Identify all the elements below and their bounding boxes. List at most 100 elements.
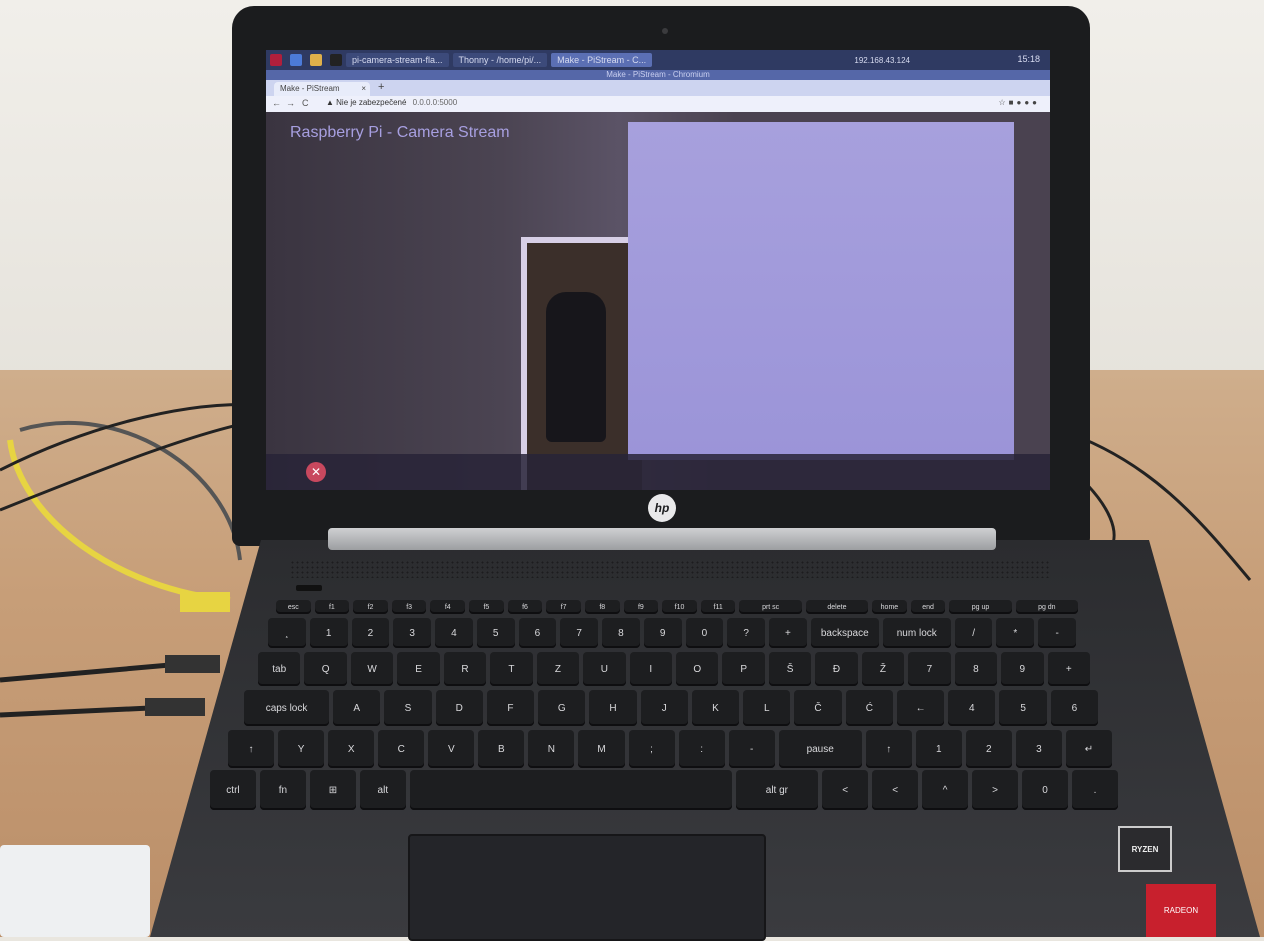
key[interactable]: I <box>629 652 672 686</box>
key[interactable]: D <box>435 690 483 726</box>
key[interactable]: home <box>872 600 907 614</box>
key[interactable]: 6 <box>518 618 557 648</box>
key[interactable]: P <box>722 652 765 686</box>
key[interactable]: ↑ <box>228 730 275 768</box>
touchpad[interactable] <box>408 834 766 941</box>
key[interactable]: R <box>443 652 487 686</box>
reload-button[interactable]: C <box>302 98 309 108</box>
spacebar[interactable] <box>409 770 732 810</box>
key[interactable]: Q <box>304 652 347 686</box>
power-button[interactable] <box>296 585 322 591</box>
key[interactable]: K <box>691 690 740 726</box>
key[interactable]: Ć <box>845 690 893 726</box>
key[interactable]: f5 <box>469 600 504 614</box>
key[interactable]: . <box>1072 770 1118 810</box>
key[interactable]: V <box>428 730 475 768</box>
key[interactable]: f3 <box>391 600 427 614</box>
key[interactable]: 2 <box>351 618 390 648</box>
key[interactable]: f6 <box>507 600 543 614</box>
key[interactable]: f9 <box>623 600 659 614</box>
key[interactable]: A <box>333 690 381 726</box>
key[interactable]: alt gr <box>735 770 819 810</box>
raspberry-menu-icon[interactable] <box>270 54 282 66</box>
key[interactable]: F <box>486 690 535 726</box>
key[interactable]: ? <box>727 618 766 648</box>
key[interactable]: 7 <box>560 618 599 648</box>
key[interactable]: T <box>490 652 533 686</box>
key[interactable]: 1 <box>309 618 348 648</box>
key[interactable]: delete <box>805 600 869 614</box>
key[interactable]: - <box>1038 618 1076 648</box>
key[interactable]: ← <box>896 690 945 726</box>
key[interactable]: Š <box>768 652 812 686</box>
key[interactable]: - <box>728 730 775 768</box>
key[interactable]: f2 <box>353 600 388 614</box>
key[interactable]: < <box>822 770 869 810</box>
new-tab-button[interactable]: + <box>378 81 384 93</box>
key[interactable]: 3 <box>1015 730 1062 768</box>
browser-icon[interactable] <box>290 54 302 66</box>
key[interactable]: f10 <box>662 600 697 614</box>
key[interactable]: 8 <box>602 618 640 648</box>
task-file-manager[interactable]: pi-camera-stream-fla... <box>346 53 449 67</box>
stop-button[interactable]: ✕ <box>306 462 326 482</box>
key[interactable]: f11 <box>700 600 736 614</box>
key[interactable]: ; <box>628 730 675 768</box>
key[interactable]: * <box>996 618 1035 648</box>
key[interactable]: alt <box>359 770 406 810</box>
key[interactable]: : <box>678 730 725 768</box>
key[interactable]: ↑ <box>865 730 912 768</box>
key[interactable]: f8 <box>584 600 620 614</box>
key[interactable]: + <box>1047 652 1090 686</box>
key[interactable]: ^ <box>922 770 969 810</box>
key[interactable]: / <box>954 618 993 648</box>
key[interactable]: 4 <box>948 690 996 726</box>
key[interactable]: 5 <box>999 690 1047 726</box>
extensions-icons[interactable]: ☆■●●● <box>999 98 1041 107</box>
key[interactable]: X <box>328 730 375 768</box>
folder-icon[interactable] <box>310 54 322 66</box>
key[interactable]: tab <box>258 652 301 686</box>
key[interactable]: 9 <box>1001 652 1044 686</box>
key[interactable]: B <box>478 730 525 768</box>
key[interactable]: M <box>578 730 625 768</box>
key[interactable]: 6 <box>1050 690 1098 726</box>
key[interactable]: ⊞ <box>309 770 356 810</box>
key[interactable]: backspace <box>810 618 879 648</box>
key[interactable]: end <box>910 600 946 614</box>
key[interactable]: 8 <box>954 652 998 686</box>
key[interactable]: H <box>589 690 637 726</box>
key[interactable]: U <box>583 652 626 686</box>
key[interactable]: Y <box>278 730 325 768</box>
key[interactable]: + <box>769 618 807 648</box>
task-thonny[interactable]: Thonny - /home/pi/... <box>452 53 548 67</box>
key[interactable]: Z <box>536 652 580 686</box>
tab-pistream[interactable]: Make - PiStream × <box>274 82 370 96</box>
key[interactable]: pg up <box>949 600 1012 614</box>
tab-close-icon[interactable]: × <box>361 82 366 96</box>
key[interactable]: 7 <box>908 652 951 686</box>
key[interactable]: esc <box>276 600 311 614</box>
key[interactable]: 3 <box>393 618 431 648</box>
key[interactable]: S <box>384 690 432 726</box>
key[interactable]: num lock <box>882 618 951 648</box>
key[interactable]: prt sc <box>739 600 802 614</box>
key[interactable]: 1 <box>915 730 962 768</box>
key[interactable]: 0 <box>685 618 724 648</box>
key[interactable]: caps lock <box>244 690 330 726</box>
key[interactable]: fn <box>259 770 306 810</box>
key[interactable]: N <box>528 730 575 768</box>
key[interactable]: L <box>743 690 791 726</box>
key[interactable]: 4 <box>435 618 473 648</box>
key[interactable]: f7 <box>546 600 581 614</box>
key[interactable]: Č <box>794 690 842 726</box>
key[interactable]: G <box>538 690 586 726</box>
key[interactable]: Đ <box>815 652 858 686</box>
key[interactable]: < <box>872 770 919 810</box>
back-button[interactable]: ← <box>272 98 281 108</box>
key[interactable]: pause <box>778 730 862 768</box>
url-field[interactable]: ▲ Nie je zabezpečené 0.0.0.0:5000 <box>326 98 457 107</box>
key[interactable]: W <box>350 652 394 686</box>
key[interactable]: f4 <box>430 600 466 614</box>
terminal-icon[interactable] <box>330 54 342 66</box>
